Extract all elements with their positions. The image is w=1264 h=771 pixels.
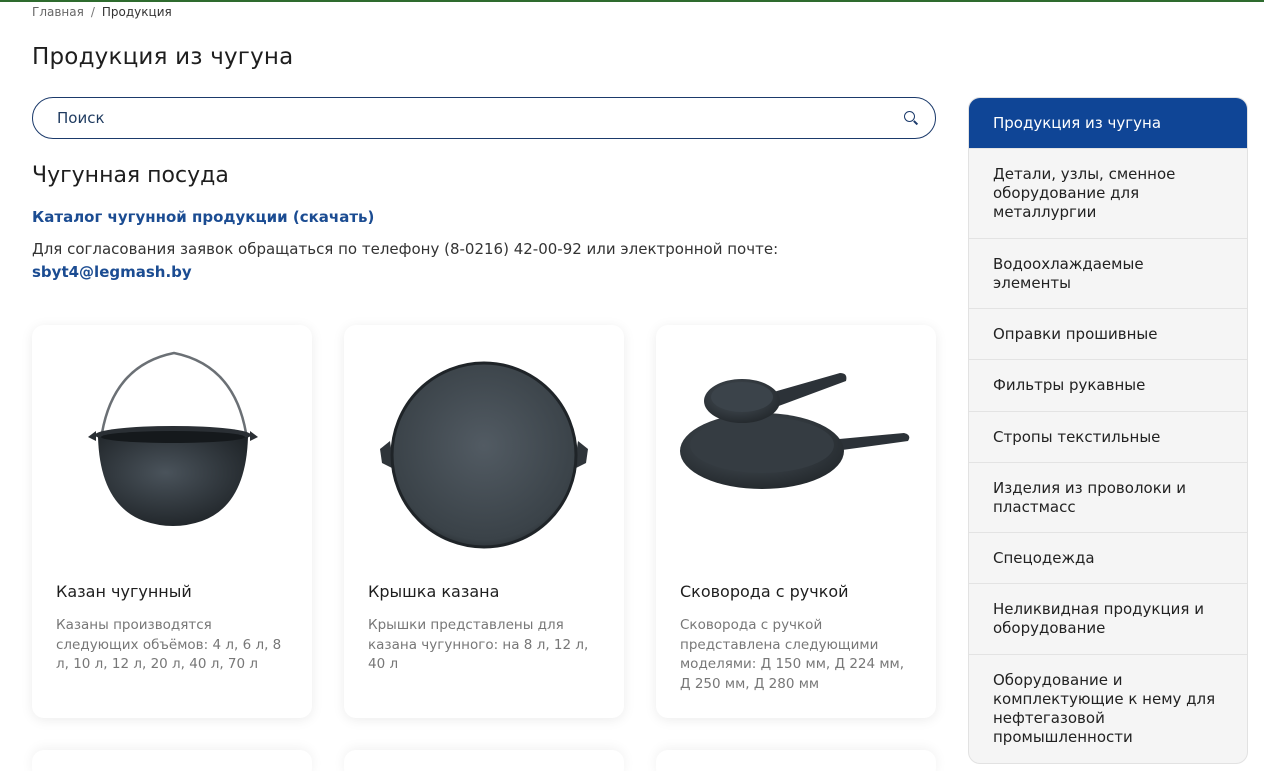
contact-text: Для согласования заявок обращаться по те… — [32, 240, 779, 258]
product-description: Казаны производятся следующих объёмов: 4… — [56, 617, 282, 672]
sidebar-item-workwear[interactable]: Спецодежда — [969, 533, 1247, 584]
product-image-lid — [368, 345, 600, 555]
product-card-kazan[interactable]: Казан чугунный Казаны производятся следу… — [32, 325, 312, 718]
contact-info: Для согласования заявок обращаться по те… — [32, 238, 932, 284]
product-card-partial[interactable] — [344, 750, 624, 771]
cauldron-icon — [88, 351, 258, 526]
search-icon[interactable] — [903, 110, 919, 126]
product-name[interactable]: Казан чугунный — [56, 582, 192, 601]
product-card-skillet[interactable]: Сковорода с ручкой Сковорода с ручкой пр… — [656, 325, 936, 718]
top-accent-line — [0, 0, 1264, 2]
product-description: Крышки представлены для казана чугунного… — [368, 617, 589, 672]
sidebar-item-illiquid[interactable]: Неликвидная продукция и оборудование — [969, 584, 1247, 655]
sidebar-item-metallurgy-parts[interactable]: Детали, узлы, сменное оборудование для м… — [969, 149, 1247, 239]
lid-icon — [380, 361, 588, 549]
breadcrumb-home-link[interactable]: Главная — [32, 5, 84, 19]
product-card-lid[interactable]: Крышка казана Крышки представлены для ка… — [344, 325, 624, 718]
skillet-icon — [680, 373, 910, 489]
section-title: Чугунная посуда — [32, 163, 229, 188]
breadcrumb: Главная / Продукция — [32, 5, 172, 19]
breadcrumb-separator: / — [90, 5, 95, 19]
product-card-partial[interactable] — [656, 750, 936, 771]
product-image-skillet — [680, 345, 912, 555]
sidebar-item-wire-plastic[interactable]: Изделия из проволоки и пластмасс — [969, 463, 1247, 533]
product-image-kazan — [56, 345, 288, 555]
product-name[interactable]: Сковорода с ручкой — [680, 582, 849, 601]
sidebar-item-bag-filters[interactable]: Фильтры рукавные — [969, 360, 1247, 412]
page-title: Продукция из чугуна — [32, 44, 294, 70]
sidebar-item-oil-gas[interactable]: Оборудование и комплектующие к нему для … — [969, 655, 1247, 763]
product-name[interactable]: Крышка казана — [368, 582, 499, 601]
product-card-partial[interactable] — [32, 750, 312, 771]
sidebar-item-water-cooled[interactable]: Водоохлаждаемые элементы — [969, 239, 1247, 309]
search-bar — [32, 97, 936, 139]
product-description: Сковорода с ручкой представлена следующи… — [680, 617, 905, 692]
sidebar-item-cast-iron[interactable]: Продукция из чугуна — [969, 98, 1247, 149]
contact-email-link[interactable]: sbyt4@legmash.by — [32, 263, 192, 281]
search-input[interactable] — [57, 109, 903, 127]
catalog-download-link[interactable]: Каталог чугунной продукции (скачать) — [32, 208, 374, 226]
category-sidebar: Продукция из чугуна Детали, узлы, сменно… — [968, 97, 1248, 764]
sidebar-item-piercing-mandrels[interactable]: Оправки прошивные — [969, 309, 1247, 360]
sidebar-item-textile-slings[interactable]: Стропы текстильные — [969, 412, 1247, 463]
breadcrumb-current: Продукция — [101, 5, 172, 19]
